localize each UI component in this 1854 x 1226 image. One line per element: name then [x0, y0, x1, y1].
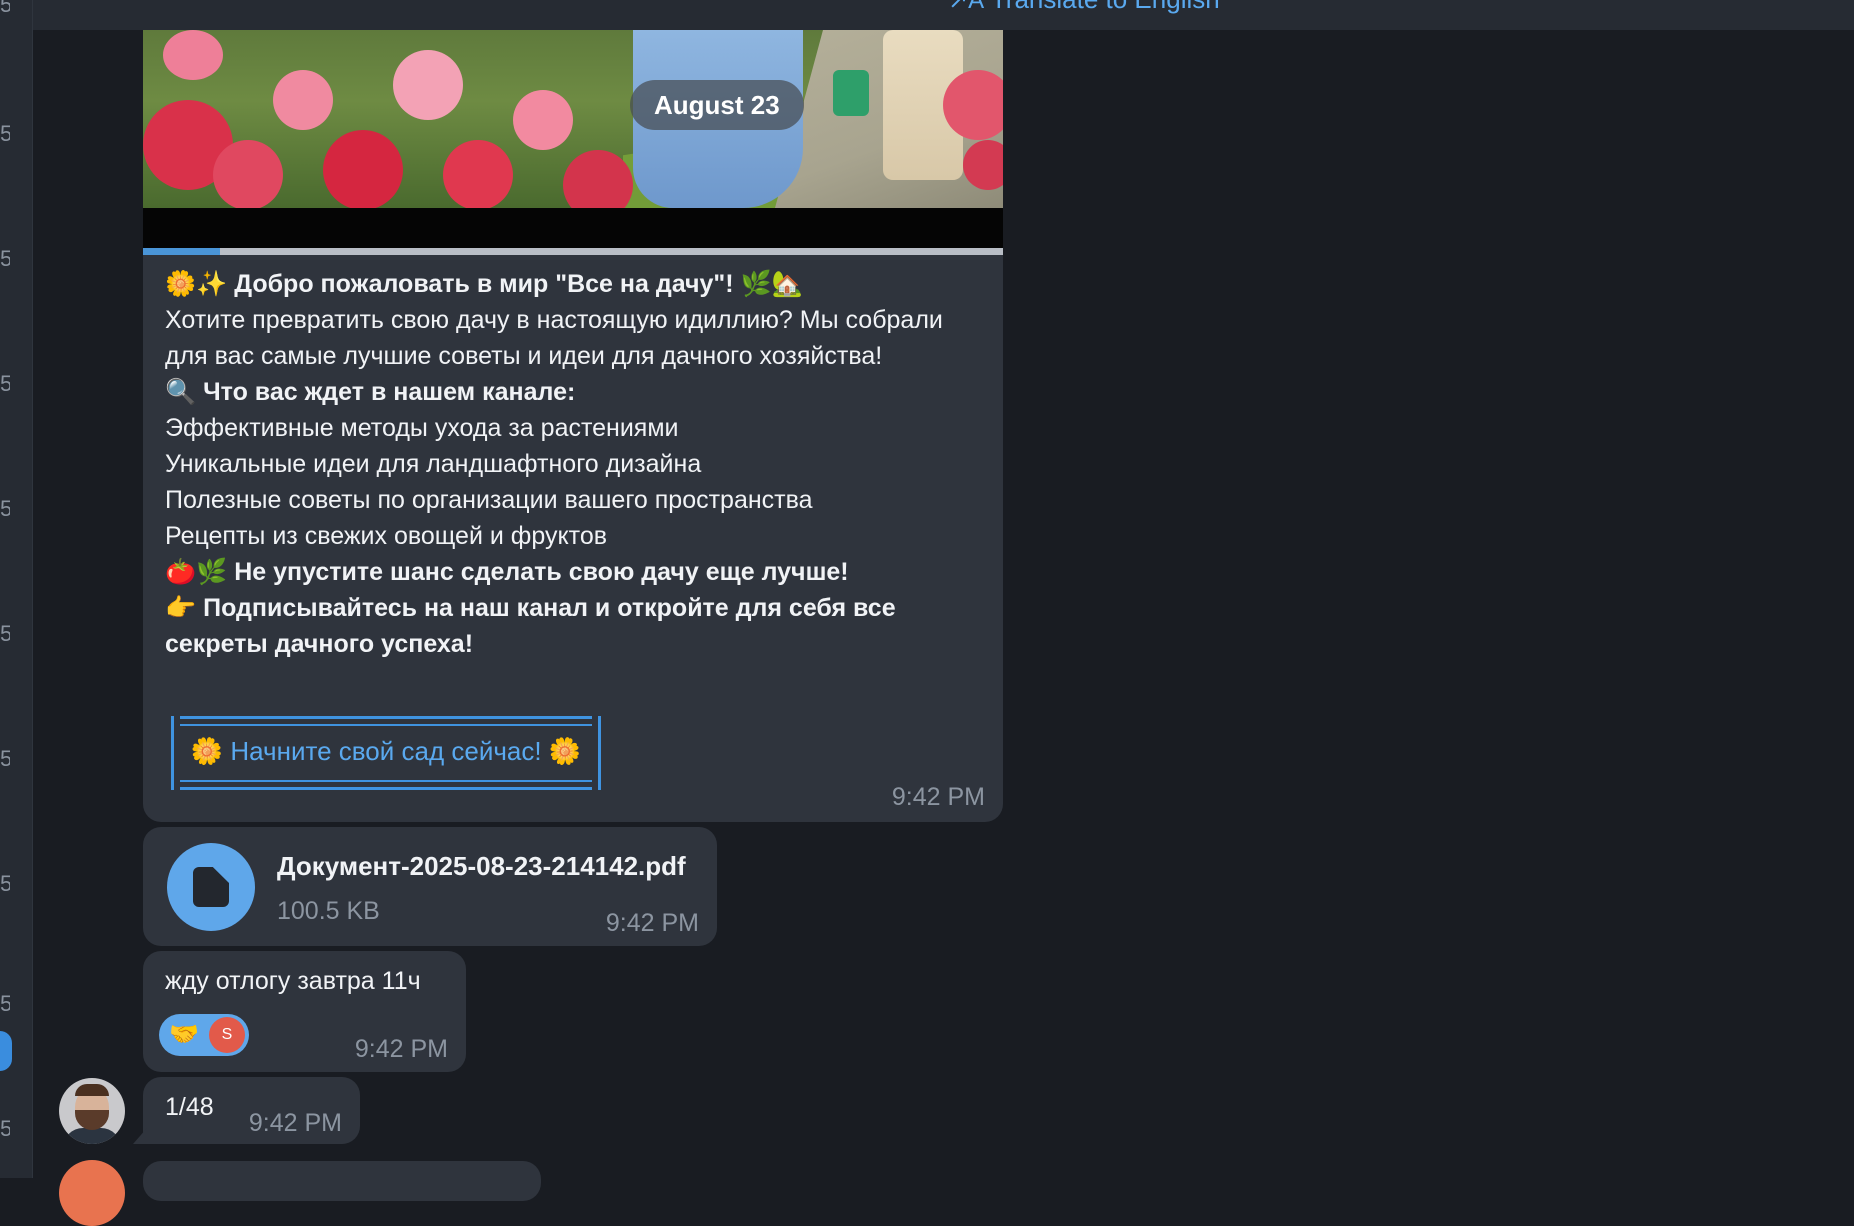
avatar[interactable] — [59, 1160, 125, 1226]
chat-list-time-fragment: 5 — [0, 873, 10, 895]
list-item: Рецепты из свежих овощей и фруктов — [165, 522, 608, 550]
rose-flower — [563, 150, 633, 208]
rose-flower — [393, 50, 463, 120]
post-text: 🌼✨ Добро пожаловать в мир "Все на дачу"!… — [165, 266, 985, 662]
post-cta-text: Не упустите шанс сделать свою дачу еще л… — [234, 558, 849, 586]
video-bar — [143, 208, 1003, 248]
chat-list-time-fragment: 5 — [0, 123, 10, 145]
chat-list-time-fragment: 5 — [0, 0, 10, 16]
translate-icon: ↗A — [948, 0, 985, 14]
rose-flower — [213, 140, 283, 208]
message-text: жду отлогу завтра 11ч — [165, 967, 421, 995]
rose-flower — [443, 140, 513, 208]
post-subscribe-text: Подписывайтесь на наш канал и откройте д… — [165, 594, 896, 658]
message-time: 9:42 PM — [605, 909, 699, 937]
chat-list-time-fragment: 5 — [0, 993, 10, 1015]
list-item: Эффективные методы ухода за растениями — [165, 414, 679, 442]
rose-flower — [513, 90, 573, 150]
message-text: 1/48 — [165, 1093, 214, 1121]
magnifier-emoji: 🔍 — [165, 377, 197, 406]
file-message[interactable]: Документ-2025-08-23-214142.pdf 100.5 KB … — [143, 827, 717, 946]
post-section-title: 🔍 Что вас ждет в нашем канале: — [165, 374, 985, 410]
video-progress-fill — [143, 248, 221, 255]
watering-can — [833, 70, 869, 116]
translate-label: Translate to English — [991, 0, 1220, 14]
chat-list-time-fragment: 5 — [0, 623, 10, 645]
message-time: 9:42 PM — [891, 783, 985, 811]
post-cta-line: 🍅🌿 Не упустите шанс сделать свою дачу ещ… — [165, 554, 985, 590]
avatar-beard — [75, 1110, 109, 1130]
button-border — [180, 780, 592, 782]
bubble-tail — [133, 1128, 147, 1144]
post-subscribe-line: 👉 Подписывайтесь на наш канал и откройте… — [165, 590, 985, 662]
translate-button[interactable]: ↗A Translate to English — [948, 0, 1220, 15]
chat-list-time-fragment: 5 — [0, 498, 10, 520]
tomato-herb-emoji: 🍅🌿 — [165, 557, 228, 586]
rose-flower — [273, 70, 333, 130]
avatar-shirt — [63, 1128, 121, 1144]
start-garden-button[interactable]: 🌼 Начните свой сад сейчас! 🌼 — [171, 716, 601, 790]
date-separator: August 23 — [630, 80, 804, 130]
list-item: Уникальные идеи для ландшафтного дизайна — [165, 450, 702, 478]
start-garden-button-label: 🌼 Начните свой сад сейчас! 🌼 — [190, 736, 582, 766]
translate-bar: ↗A Translate to English — [33, 0, 1854, 30]
message-time: 9:42 PM — [248, 1109, 342, 1137]
herb-house-emoji: 🌿🏡 — [740, 269, 803, 298]
chat-list-time-fragment: 5 — [0, 748, 10, 770]
rose-flower — [163, 30, 223, 80]
file-name[interactable]: Документ-2025-08-23-214142.pdf — [277, 851, 686, 882]
unread-badge[interactable] — [0, 1031, 12, 1071]
post-heading: 🌼✨ Добро пожаловать в мир "Все на дачу"!… — [165, 266, 985, 302]
avatar-hair — [75, 1084, 109, 1096]
video-thumbnail[interactable]: August 23 — [143, 30, 1003, 208]
text-message[interactable]: 1/48 9:42 PM — [133, 1077, 360, 1144]
text-message[interactable] — [143, 1161, 541, 1201]
video-progress[interactable] — [143, 248, 1003, 255]
list-item: Полезные советы по организации вашего пр… — [165, 486, 813, 514]
channel-post: August 23 🌼✨ Добро пожаловать в мир "Все… — [143, 30, 1003, 822]
chat-list-edge: 5 5 5 5 5 5 5 5 5 5 — [0, 0, 33, 1178]
post-intro: Хотите превратить свою дачу в настоящую … — [165, 306, 943, 370]
flower-sparkle-emoji: 🌼✨ — [165, 269, 228, 298]
reactor-avatar: S — [209, 1017, 245, 1053]
post-section-title-text: Что вас ждет в нашем канале: — [203, 378, 576, 406]
handshake-emoji: 🤝 — [169, 1020, 199, 1048]
button-border — [180, 724, 592, 726]
text-message[interactable]: жду отлогу завтра 11ч 🤝 S 9:42 PM — [143, 951, 466, 1072]
download-file-button[interactable] — [167, 843, 255, 931]
pointing-hand-emoji: 👉 — [165, 593, 197, 622]
chat-list-time-fragment: 5 — [0, 1118, 10, 1140]
rose-flower — [323, 130, 403, 208]
document-icon — [193, 867, 229, 907]
message-time: 9:42 PM — [354, 1035, 448, 1063]
post-heading-text: Добро пожаловать в мир "Все на дачу"! — [234, 270, 734, 298]
chat-list-time-fragment: 5 — [0, 373, 10, 395]
file-size: 100.5 KB — [277, 897, 380, 925]
chat-list-time-fragment: 5 — [0, 248, 10, 270]
avatar[interactable] — [59, 1078, 125, 1144]
reaction-chip[interactable]: 🤝 S — [159, 1014, 249, 1056]
